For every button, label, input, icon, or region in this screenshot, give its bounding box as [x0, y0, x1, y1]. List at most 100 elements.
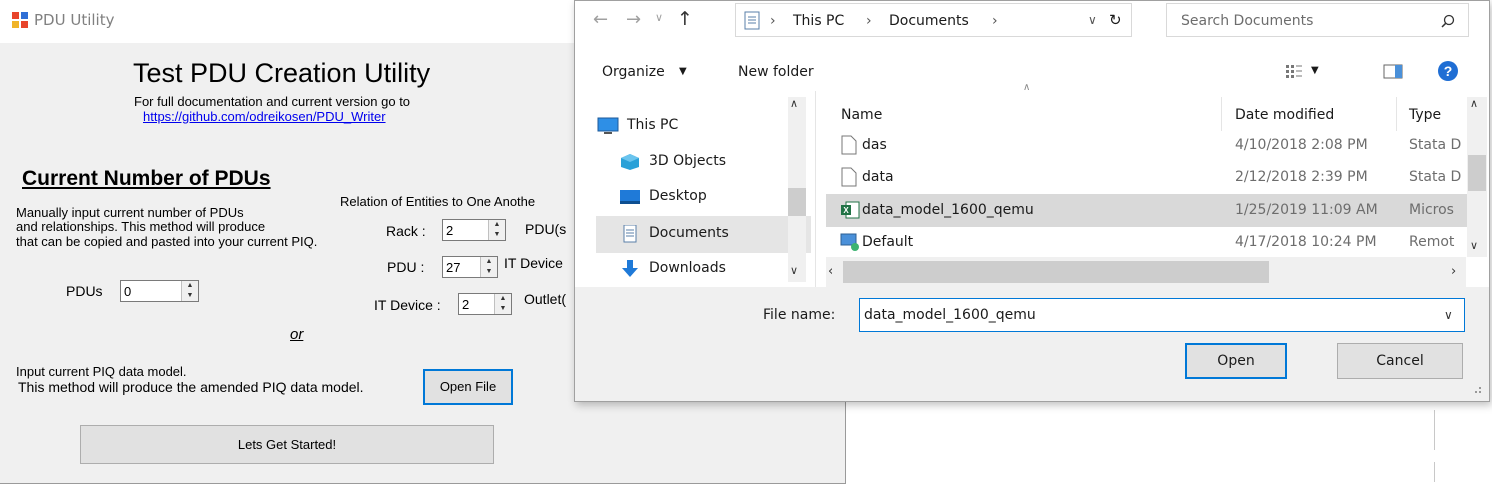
app-icon: [12, 12, 28, 28]
it-device-value: 2: [462, 297, 470, 312]
nav-scrollbar-thumb[interactable]: [788, 188, 806, 216]
search-icon: [1441, 14, 1455, 28]
file-type: Remot: [1409, 234, 1455, 250]
up-arrow-icon[interactable]: ▲: [182, 281, 198, 291]
breadcrumb-separator-icon: ›: [992, 13, 998, 29]
down-arrow-icon[interactable]: ▼: [481, 267, 497, 277]
column-header-type[interactable]: Type: [1409, 107, 1441, 123]
scroll-up-icon[interactable]: ∧: [790, 97, 798, 110]
horizontal-scrollbar-thumb[interactable]: [843, 261, 1269, 283]
doc-text: For full documentation and current versi…: [134, 94, 411, 109]
scroll-right-icon[interactable]: ›: [1451, 264, 1456, 279]
scroll-up-icon[interactable]: ∧: [1470, 97, 1478, 110]
help-icon[interactable]: ?: [1437, 60, 1459, 82]
down-arrow-icon[interactable]: ▼: [495, 304, 511, 314]
description-line-1: Manually input current number of PDUs: [16, 205, 244, 220]
nav-item-label: Desktop: [649, 188, 707, 204]
doc-link[interactable]: https://github.com/odreikosen/PDU_Writer: [143, 110, 386, 123]
scroll-left-icon[interactable]: ‹: [828, 264, 833, 279]
3d-objects-icon: [621, 154, 639, 170]
nav-item-documents[interactable]: Documents: [619, 219, 799, 249]
documents-icon: [623, 225, 637, 243]
organize-menu[interactable]: Organize: [602, 64, 665, 80]
downloads-icon: [622, 260, 638, 277]
down-arrow-icon[interactable]: ▼: [489, 230, 505, 240]
back-arrow-icon[interactable]: ←: [593, 9, 608, 30]
column-header-name[interactable]: Name: [841, 107, 882, 123]
up-arrow-icon[interactable]: ↑: [677, 8, 693, 30]
view-options-icon[interactable]: [1285, 63, 1303, 79]
address-bar[interactable]: › This PC › Documents › ∨: [735, 3, 1132, 37]
column-header-date[interactable]: Date modified: [1235, 107, 1334, 123]
spinner-arrows[interactable]: ▲ ▼: [181, 281, 198, 301]
dialog-footer: File name: data_model_1600_qemu ∨ Open C…: [575, 287, 1489, 401]
resize-grip-icon[interactable]: [1469, 381, 1483, 395]
file-row-data-model[interactable]: X data_model_1600_qemu 1/25/2019 11:09 A…: [837, 196, 1462, 226]
spinner-arrows[interactable]: ▲ ▼: [494, 294, 511, 314]
file-name-value: data_model_1600_qemu: [864, 307, 1036, 323]
documents-icon: [744, 11, 760, 30]
file-name: Default: [862, 234, 914, 250]
file-row-default[interactable]: Default 4/17/2018 10:24 PM Remot: [837, 228, 1462, 258]
file-type: Stata D: [1409, 137, 1462, 153]
up-arrow-icon[interactable]: ▲: [489, 220, 505, 230]
breadcrumb-this-pc[interactable]: This PC: [793, 13, 844, 29]
input-line-1: Input current PIQ data model.: [16, 364, 187, 379]
pdu-spinner[interactable]: 27 ▲ ▼: [442, 256, 498, 278]
new-folder-button[interactable]: New folder: [738, 64, 814, 80]
nav-item-downloads[interactable]: Downloads: [619, 254, 799, 284]
refresh-icon: ↻: [1109, 11, 1122, 29]
relation-label: Relation of Entities to One Anothe: [340, 194, 536, 209]
cancel-button[interactable]: Cancel: [1337, 343, 1463, 379]
blank-file-icon: [841, 167, 857, 187]
up-arrow-icon[interactable]: ▲: [495, 294, 511, 304]
preview-pane-icon[interactable]: [1383, 63, 1403, 79]
down-arrow-icon[interactable]: ▼: [182, 291, 198, 301]
column-divider: [1221, 97, 1222, 131]
scroll-down-icon[interactable]: ∨: [1470, 239, 1478, 252]
spinner-arrows[interactable]: ▲ ▼: [488, 220, 505, 240]
scroll-down-icon[interactable]: ∨: [790, 264, 798, 277]
file-type: Micros: [1409, 202, 1454, 218]
file-list-scrollbar-thumb[interactable]: [1468, 155, 1486, 191]
nav-item-desktop[interactable]: Desktop: [619, 182, 799, 212]
file-row-das[interactable]: das 4/10/2018 2:08 PM Stata D: [837, 131, 1462, 161]
organize-dropdown-icon[interactable]: ▼: [679, 66, 687, 77]
nav-item-this-pc[interactable]: This PC: [597, 111, 777, 141]
it-device-spinner[interactable]: 2 ▲ ▼: [458, 293, 512, 315]
file-name: das: [862, 137, 887, 153]
search-input[interactable]: Search Documents: [1166, 3, 1469, 37]
svg-text:?: ?: [1444, 63, 1453, 79]
file-row-data[interactable]: data 2/12/2018 2:39 PM Stata D: [837, 163, 1462, 193]
view-dropdown-icon[interactable]: ▼: [1311, 65, 1319, 76]
sort-ascending-icon: ∧: [1023, 82, 1031, 93]
input-line-2: This method will produce the amended PIQ…: [18, 379, 364, 395]
address-dropdown-icon[interactable]: ∨: [1088, 13, 1097, 27]
file-name: data_model_1600_qemu: [862, 202, 1034, 218]
it-device-unit-label: Outlet(: [524, 291, 567, 307]
nav-item-3d-objects[interactable]: 3D Objects: [619, 147, 799, 177]
spinner-arrows[interactable]: ▲ ▼: [480, 257, 497, 277]
description-line-3: that can be copied and pasted into your …: [16, 234, 318, 249]
breadcrumb-documents[interactable]: Documents: [889, 13, 969, 29]
file-date: 4/10/2018 2:08 PM: [1235, 137, 1368, 153]
recent-dropdown-icon[interactable]: ∨: [655, 11, 663, 24]
forward-arrow-icon[interactable]: →: [626, 9, 641, 30]
file-name-input[interactable]: data_model_1600_qemu ∨: [859, 298, 1465, 332]
breadcrumb-separator-icon: ›: [770, 13, 776, 29]
lets-get-started-button[interactable]: Lets Get Started!: [80, 425, 494, 464]
open-button[interactable]: Open: [1185, 343, 1287, 379]
rack-spinner[interactable]: 2 ▲ ▼: [442, 219, 506, 241]
open-file-button[interactable]: Open File: [423, 369, 513, 405]
section-heading: Current Number of PDUs: [22, 167, 271, 190]
pdus-spinner[interactable]: 0 ▲ ▼: [120, 280, 199, 302]
file-name-dropdown-icon[interactable]: ∨: [1444, 308, 1453, 322]
it-device-label: IT Device :: [374, 297, 441, 313]
rack-value: 2: [446, 223, 454, 238]
pdu-unit-label: IT Device: [504, 255, 563, 271]
file-type: Stata D: [1409, 169, 1462, 185]
nav-item-label: 3D Objects: [649, 153, 727, 169]
computer-icon: [597, 117, 619, 134]
refresh-button[interactable]: ↻: [1098, 3, 1132, 37]
up-arrow-icon[interactable]: ▲: [481, 257, 497, 267]
